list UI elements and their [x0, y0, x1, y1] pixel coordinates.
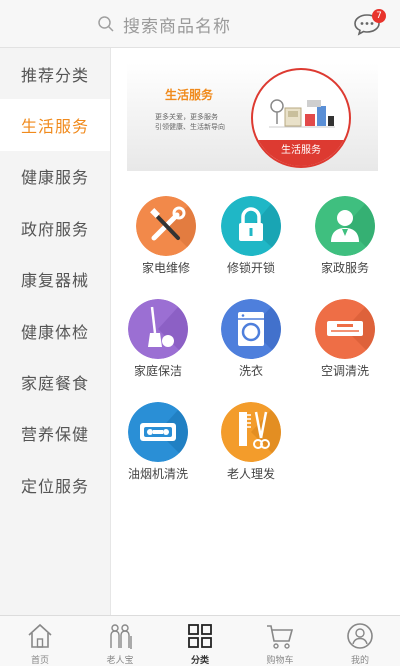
service-label: 家电维修 — [141, 261, 190, 275]
tab-home[interactable]: 首页 — [0, 616, 80, 666]
home-icon — [28, 623, 52, 648]
category-banner[interactable]: 生活服务 更多关爱，更多服务 引领健康、生活新导向 生活服务 — [127, 63, 378, 171]
service-label: 修锁开锁 — [226, 261, 275, 275]
category-grid-icon — [188, 624, 212, 648]
profile-icon — [347, 623, 373, 649]
tab-elderly[interactable]: 老人宝 — [80, 616, 160, 666]
service-locksmith[interactable]: 修锁开锁 — [206, 196, 296, 286]
person-icon — [315, 196, 375, 256]
tab-label: 老人宝 — [106, 656, 134, 666]
service-ac-cleaning[interactable]: 空调清洗 — [300, 299, 390, 389]
sidebar-item-nutrition[interactable]: 营养保健 — [0, 408, 110, 459]
tab-label: 分类 — [190, 656, 209, 666]
sidebar-item-life-services[interactable]: 生活服务 — [0, 99, 110, 151]
air-conditioner-icon — [315, 299, 375, 359]
service-label: 家庭保洁 — [133, 364, 182, 378]
sidebar-item-home-meals[interactable]: 家庭餐食 — [0, 356, 110, 407]
message-badge: 7 — [372, 9, 386, 23]
service-label: 油烟机清洗 — [127, 467, 188, 481]
service-label: 洗衣 — [238, 364, 263, 378]
tools-icon — [136, 196, 196, 256]
service-label: 老人理发 — [226, 467, 275, 481]
sidebar-item-rehab-equipment[interactable]: 康复器械 — [0, 254, 110, 305]
banner-title: 生活服务 — [165, 88, 214, 102]
sidebar-item-location[interactable]: 定位服务 — [0, 459, 110, 510]
cart-icon — [267, 625, 294, 649]
comb-scissors-icon — [221, 402, 281, 462]
banner-tagline-1: 更多关爱，更多服务 — [155, 113, 218, 121]
banner-badge-label: 生活服务 — [253, 140, 349, 166]
tab-label: 购物车 — [266, 656, 294, 666]
search-bar[interactable]: 搜索商品名称 — [97, 11, 317, 37]
broom-icon — [128, 299, 188, 359]
sidebar-item-government-services[interactable]: 政府服务 — [0, 202, 110, 253]
sidebar-item-health-services[interactable]: 健康服务 — [0, 151, 110, 202]
banner-tagline-2: 引领健康、生活新导向 — [155, 123, 225, 131]
service-elderly-haircut[interactable]: 老人理发 — [206, 402, 296, 492]
tab-label: 首页 — [30, 656, 49, 666]
bottom-tab-bar: 首页 老人宝 分类 购物车 我的 — [0, 615, 400, 666]
sidebar-item-recommended[interactable]: 推荐分类 — [0, 48, 110, 99]
lock-icon — [221, 196, 281, 256]
tab-category[interactable]: 分类 — [160, 616, 240, 666]
range-hood-icon — [128, 402, 188, 462]
service-range-hood-cleaning[interactable]: 油烟机清洗 — [113, 402, 203, 492]
washing-machine-icon — [221, 299, 281, 359]
service-home-cleaning[interactable]: 家庭保洁 — [113, 299, 203, 389]
top-bar: 搜索商品名称 7 — [0, 0, 400, 48]
tab-cart[interactable]: 购物车 — [240, 616, 320, 666]
search-icon — [98, 16, 114, 32]
sidebar-item-health-checkup[interactable]: 健康体检 — [0, 305, 110, 356]
service-laundry[interactable]: 洗衣 — [206, 299, 296, 389]
tab-label: 我的 — [350, 656, 369, 666]
banner-badge: 生活服务 — [251, 68, 351, 168]
service-label: 空调清洗 — [320, 364, 369, 378]
category-sidebar: 推荐分类 生活服务 健康服务 政府服务 康复器械 健康体检 家庭餐食 营养保健 … — [0, 48, 111, 615]
appliances-illustration — [269, 99, 335, 128]
tab-profile[interactable]: 我的 — [320, 616, 400, 666]
service-label: 家政服务 — [320, 261, 369, 275]
service-appliance-repair[interactable]: 家电维修 — [121, 196, 211, 286]
search-input[interactable]: 搜索商品名称 — [123, 12, 231, 37]
elderly-icon — [110, 624, 132, 649]
service-housekeeping[interactable]: 家政服务 — [300, 196, 390, 286]
